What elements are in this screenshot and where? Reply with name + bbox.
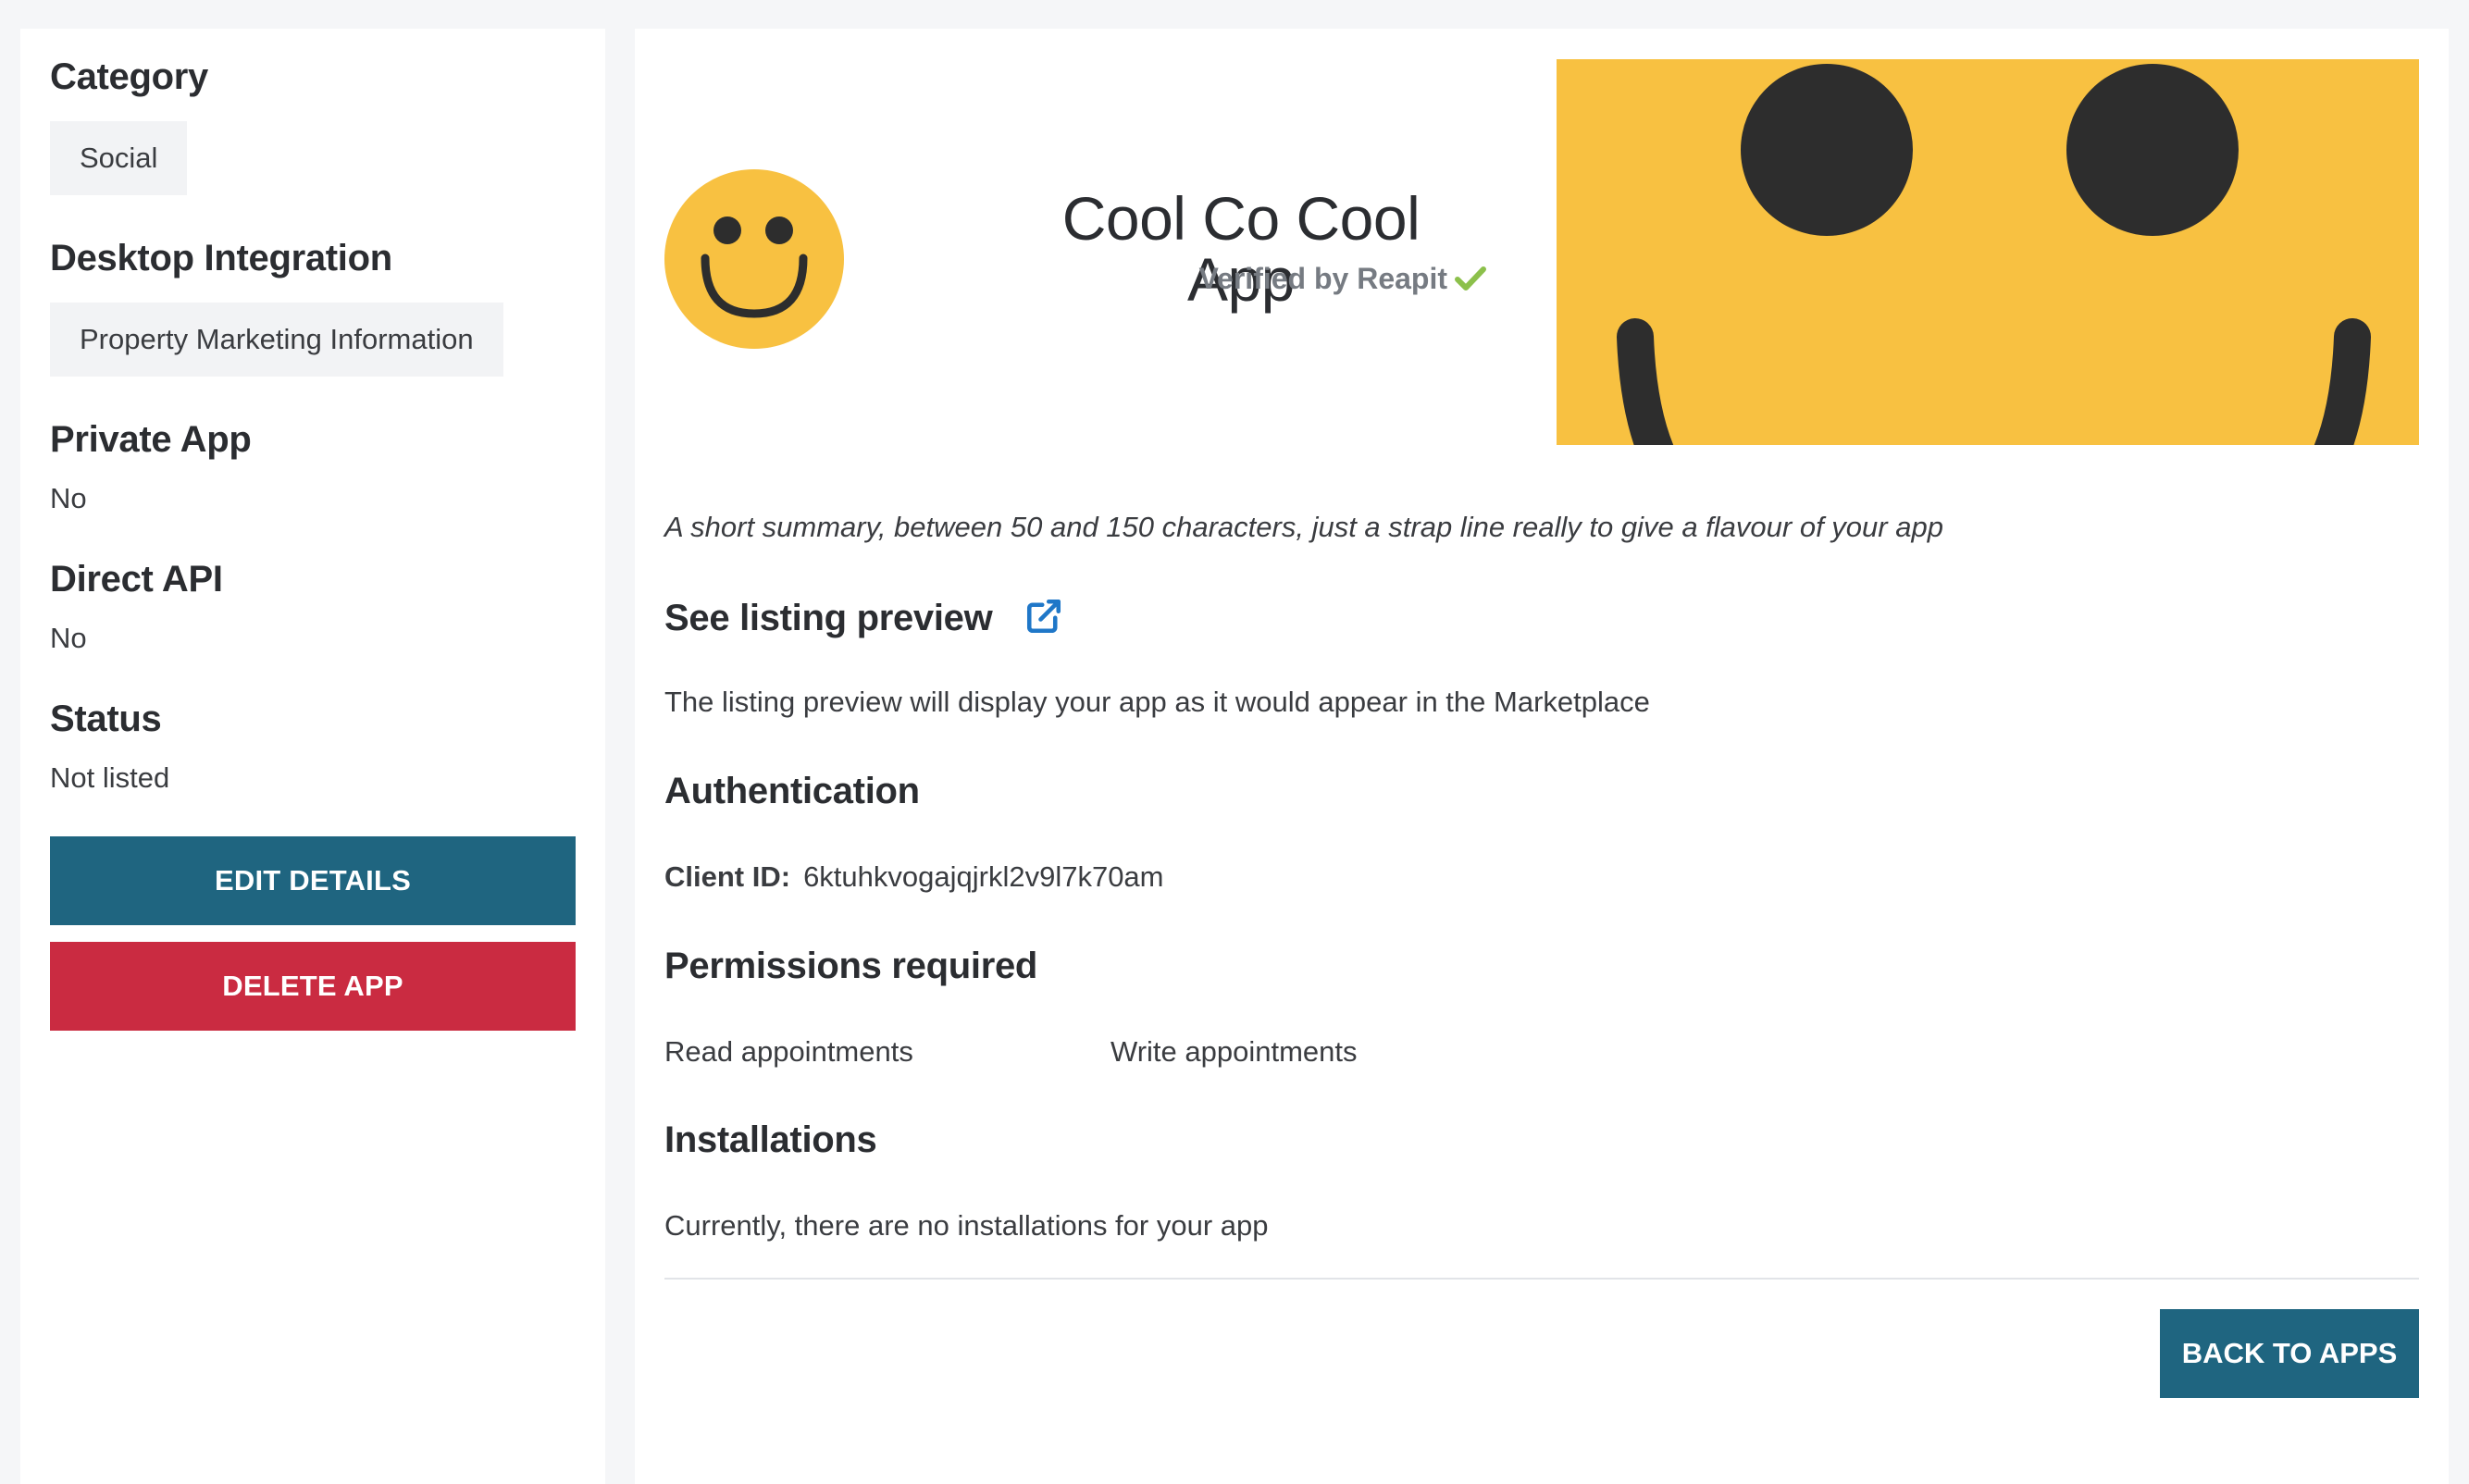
desktop-integration-tag: Property Marketing Information — [50, 303, 503, 377]
permission-item: Write appointments — [1110, 1035, 1358, 1068]
category-tag: Social — [50, 121, 188, 195]
desktop-integration-heading: Desktop Integration — [50, 238, 392, 278]
back-to-apps-button[interactable]: BACK TO APPS — [2160, 1309, 2419, 1398]
installations-text: Currently, there are no installations fo… — [664, 1209, 1269, 1242]
verified-text: Verified by Reapit — [1198, 262, 1447, 295]
external-link-icon[interactable] — [1024, 597, 1063, 642]
app-detail-panel: Cool Co Cool App Verified by Reapit A sh… — [635, 29, 2449, 1484]
listing-preview-heading: See listing preview — [664, 597, 1063, 642]
status-heading: Status — [50, 699, 162, 739]
direct-api-heading: Direct API — [50, 559, 223, 600]
status-value: Not listed — [50, 761, 170, 794]
direct-api-value: No — [50, 622, 87, 654]
verified-badge: Verified by Reapit — [1198, 264, 1486, 293]
client-id-label: Client ID: — [664, 860, 791, 893]
app-banner-image — [1557, 59, 2419, 445]
client-id-row: Client ID: 6ktuhkvogajqjrkl2v9l7k70am — [664, 862, 1164, 891]
private-app-value: No — [50, 482, 87, 514]
installations-heading: Installations — [664, 1119, 877, 1160]
authentication-heading: Authentication — [664, 771, 920, 811]
divider — [664, 1278, 2419, 1280]
permission-item: Read appointments — [664, 1035, 913, 1068]
category-heading: Category — [50, 56, 208, 97]
sidebar: Category Social Desktop Integration Prop… — [20, 29, 605, 1484]
smiley-face-icon — [664, 169, 844, 349]
checkmark-icon — [1455, 266, 1486, 291]
app-summary: A short summary, between 50 and 150 char… — [664, 511, 1943, 543]
listing-preview-title: See listing preview — [664, 598, 993, 638]
client-id-value: 6ktuhkvogajqjrkl2v9l7k70am — [803, 860, 1164, 893]
delete-app-button[interactable]: DELETE APP — [50, 942, 576, 1031]
listing-preview-description: The listing preview will display your ap… — [664, 686, 1650, 718]
permissions-heading: Permissions required — [664, 946, 1038, 986]
edit-details-button[interactable]: EDIT DETAILS — [50, 836, 576, 925]
private-app-heading: Private App — [50, 419, 252, 460]
